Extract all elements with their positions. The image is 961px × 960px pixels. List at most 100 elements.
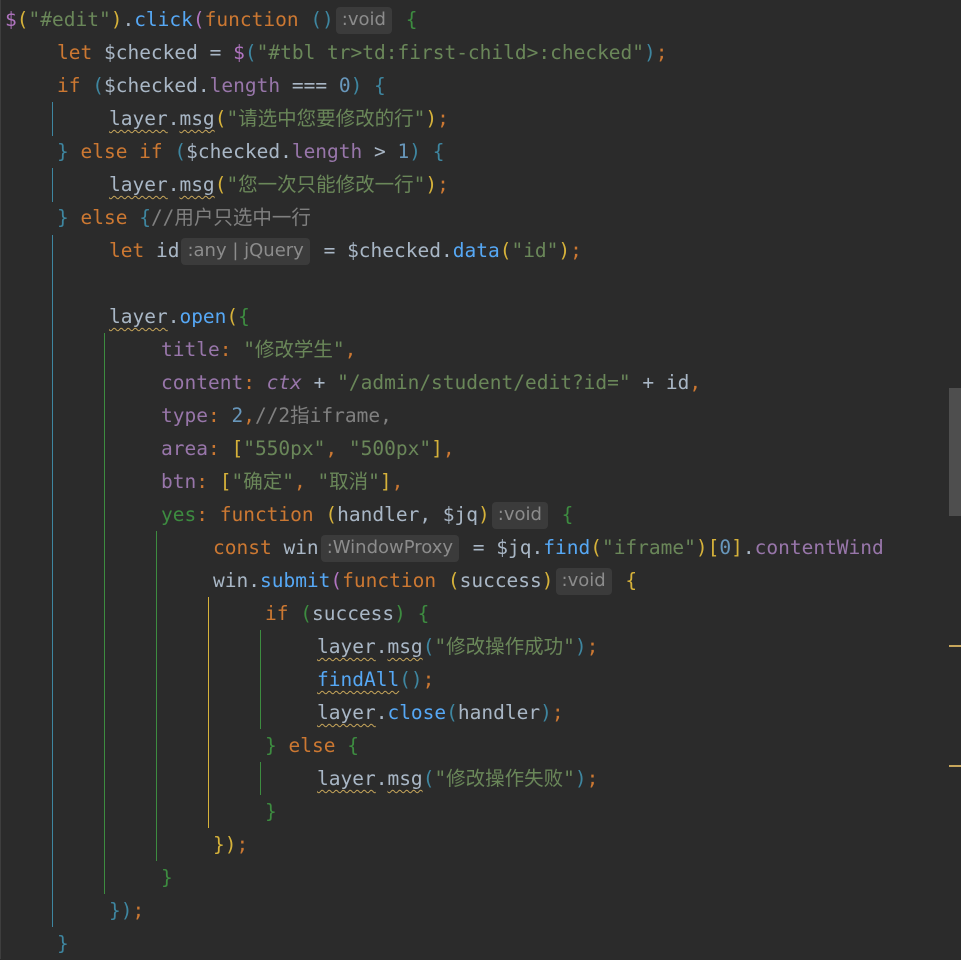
code-line[interactable]: } else {//用户只选中一行 <box>57 201 311 234</box>
code-token: + <box>301 371 338 394</box>
code-token: : <box>207 437 232 460</box>
code-token: ) <box>695 536 708 559</box>
code-token: layer <box>109 107 168 130</box>
code-line[interactable]: yes: function (handler, $jq):void { <box>161 498 573 531</box>
code-token: { <box>347 734 359 757</box>
code-token: open <box>179 305 227 328</box>
code-token: "取消" <box>317 470 380 493</box>
indent-guide-line <box>104 333 105 894</box>
code-token: , <box>391 470 404 493</box>
code-token: ; <box>437 173 449 196</box>
code-line[interactable]: layer.close(handler); <box>317 696 564 729</box>
code-token: $checked. <box>186 140 292 163</box>
code-line[interactable]: layer.open({ <box>109 300 250 333</box>
code-token: ) <box>644 41 656 64</box>
code-line[interactable]: const win:WindowProxy = $jq.find("iframe… <box>213 531 884 564</box>
code-token: close <box>387 701 447 724</box>
code-token: layer <box>109 173 168 196</box>
code-line[interactable]: let $checked = $("#tbl tr>td:first-child… <box>57 36 668 69</box>
code-token: , <box>442 437 455 460</box>
code-token: content <box>161 371 244 394</box>
code-token: ( <box>192 8 205 31</box>
code-token: $checked. <box>347 239 453 262</box>
code-token: ( <box>330 569 343 592</box>
indent-guide-line <box>0 0 1 959</box>
code-line[interactable]: } else if ($checked.length > 1) { <box>57 135 445 168</box>
code-token: id <box>665 371 690 394</box>
code-token: : <box>196 470 220 493</box>
code-token: ] <box>731 536 743 559</box>
code-line[interactable]: $("#edit").click(function ():void { <box>5 3 417 36</box>
code-token: ) <box>541 569 554 592</box>
code-token: [ <box>707 536 720 559</box>
code-line[interactable]: } <box>161 861 173 894</box>
code-token: : <box>207 404 232 427</box>
code-token: layer <box>109 305 168 328</box>
code-line[interactable]: }); <box>213 828 248 861</box>
code-line[interactable]: content: ctx + "/admin/student/edit?id="… <box>161 366 701 399</box>
code-token: ; <box>586 635 599 658</box>
code-token: ) <box>350 74 375 97</box>
code-token: () <box>399 668 423 691</box>
code-line[interactable]: area: ["550px", "500px"], <box>161 432 455 465</box>
indent-guide-line <box>260 762 261 795</box>
code-token: success <box>311 602 395 625</box>
code-line[interactable]: }); <box>109 894 144 927</box>
code-token: ( <box>590 536 602 559</box>
code-line[interactable]: layer.msg("修改操作失败"); <box>317 762 598 795</box>
code-line[interactable]: title: "修改学生", <box>161 333 356 366</box>
warning-stripe-marker[interactable] <box>949 645 961 647</box>
code-token: + <box>630 371 666 394</box>
code-token: } <box>265 800 277 823</box>
code-token: $checked = <box>103 41 234 64</box>
code-token: length <box>209 74 281 97</box>
code-token: , <box>243 404 255 427</box>
code-line[interactable]: type: 2,//2指iframe, <box>161 399 392 432</box>
code-token: else <box>288 734 348 757</box>
code-token: area <box>161 437 208 460</box>
code-line[interactable]: win.submit(function (success):void { <box>213 564 637 597</box>
code-token: btn <box>161 470 197 493</box>
code-token: } <box>57 206 81 229</box>
code-token: ; <box>132 899 145 922</box>
code-line[interactable]: } else { <box>265 729 359 762</box>
code-line[interactable]: layer.msg("请选中您要修改的行"); <box>109 102 449 135</box>
code-line[interactable]: btn: ["确定", "取消"], <box>161 465 403 498</box>
code-line[interactable]: if ($checked.length === 0) { <box>57 69 386 102</box>
code-token: layer <box>317 635 376 658</box>
code-line[interactable]: findAll(); <box>317 663 434 696</box>
code-line[interactable]: } <box>265 795 277 828</box>
code-line[interactable]: let id:any | jQuery = $checked.data("id"… <box>109 234 582 267</box>
code-token: "修改操作失败" <box>434 767 575 790</box>
code-token: success <box>459 569 542 592</box>
code-token: find <box>543 536 591 559</box>
code-token: //2指iframe, <box>254 404 392 427</box>
code-token: layer <box>317 701 376 724</box>
code-token: ( <box>214 107 227 130</box>
code-line[interactable]: } <box>57 927 69 960</box>
code-token: click <box>134 8 193 31</box>
code-line[interactable]: layer.msg("您一次只能修改一行"); <box>109 168 449 201</box>
code-token: ( <box>300 602 312 625</box>
scrollbar-thumb[interactable] <box>949 388 961 516</box>
code-token: 0 <box>719 536 732 559</box>
code-token: , <box>325 437 349 460</box>
code-token: function <box>342 569 448 592</box>
code-token: ) <box>478 503 490 526</box>
code-token: 2 <box>231 404 244 427</box>
code-line[interactable]: if (success) { <box>265 597 429 630</box>
code-token: $ <box>233 41 245 64</box>
code-token: ) <box>574 767 587 790</box>
code-token: win. <box>213 569 260 592</box>
code-token: if <box>57 74 93 97</box>
code-token: ( <box>16 8 29 31</box>
code-editor[interactable]: $("#edit").click(function ():void {let $… <box>0 0 961 959</box>
code-token: ] <box>379 470 392 493</box>
warning-stripe-marker[interactable] <box>949 765 961 767</box>
code-token: ( <box>422 767 435 790</box>
code-token: ) <box>574 635 587 658</box>
code-token: ( <box>499 239 512 262</box>
code-token: "确定" <box>231 470 294 493</box>
type-hint: :WindowProxy <box>320 535 460 562</box>
code-line[interactable]: layer.msg("修改操作成功"); <box>317 630 598 663</box>
